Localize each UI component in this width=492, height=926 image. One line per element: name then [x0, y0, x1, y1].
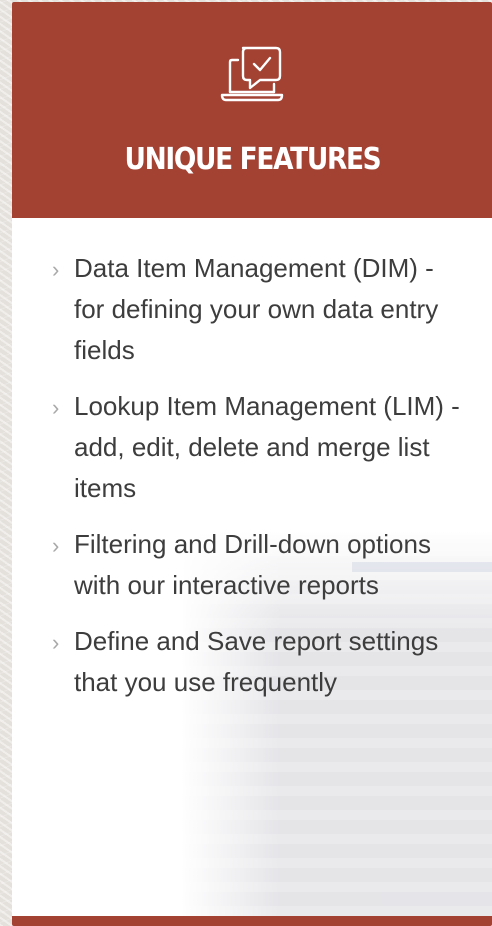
card-title: UNIQUE FEATURES: [124, 142, 381, 177]
feature-item: › Lookup Item Management (LIM) - add, ed…: [12, 386, 492, 509]
card-footer-bar: [12, 916, 492, 926]
feature-text: Define and Save report settings that you…: [74, 626, 439, 697]
feature-item: › Filtering and Drill-down options with …: [12, 524, 492, 606]
feature-list: › Data Item Management (DIM) - for defin…: [12, 248, 492, 718]
chevron-right-icon: ›: [52, 395, 60, 420]
feature-text: Filtering and Drill-down options with ou…: [74, 529, 431, 600]
feature-item: › Define and Save report settings that y…: [12, 621, 492, 703]
features-card: UNIQUE FEATURES › Data Item Management (…: [12, 2, 492, 926]
laptop-chat-check-icon: [220, 46, 284, 102]
chevron-right-icon: ›: [52, 630, 60, 655]
feature-text: Data Item Management (DIM) - for definin…: [74, 253, 439, 365]
chevron-right-icon: ›: [52, 533, 60, 558]
feature-text: Lookup Item Management (LIM) - add, edit…: [74, 391, 460, 503]
card-header: UNIQUE FEATURES: [12, 2, 492, 218]
chevron-right-icon: ›: [52, 257, 60, 282]
feature-item: › Data Item Management (DIM) - for defin…: [12, 248, 492, 371]
